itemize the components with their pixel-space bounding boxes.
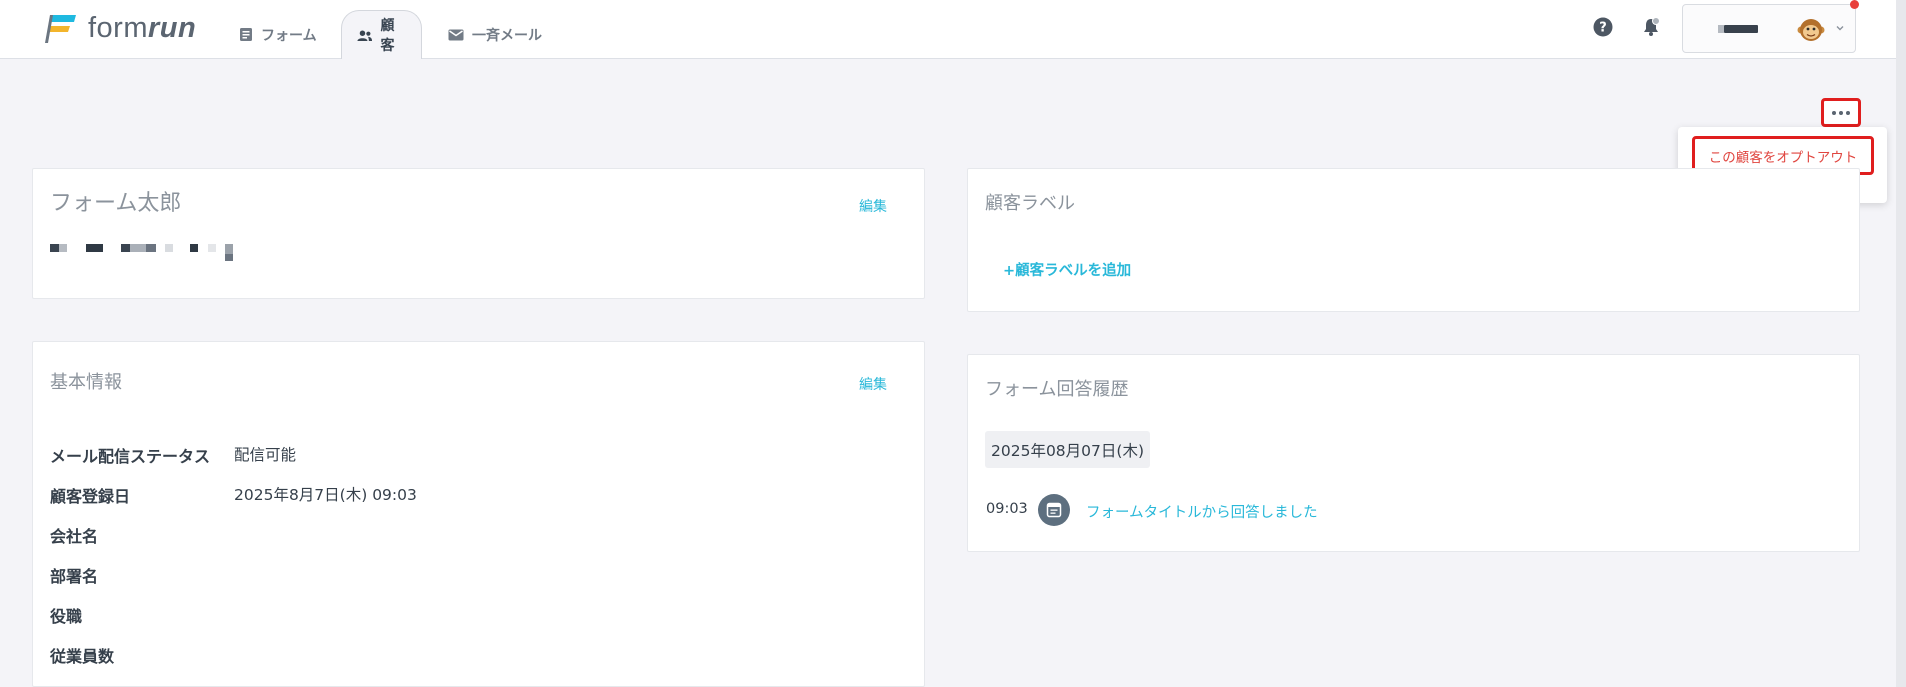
add-customer-label-button[interactable]: +顧客ラベルを追加 [1003,259,1131,280]
alert-indicator [1850,0,1859,9]
company-label: 会社名 [50,527,99,546]
employee-count-label: 従業員数 [50,647,115,666]
tab-forms-label: フォーム [261,27,317,44]
document-icon [240,28,252,41]
tab-bulk-mail-label: 一斉メール [472,27,542,44]
more-options-button[interactable] [1821,98,1861,127]
history-entry-time: 09:03 [986,501,1028,517]
formrun-logo-icon [45,15,76,43]
logo-text: formrun [88,11,197,44]
notification-badge [1652,17,1660,25]
position-label: 役職 [50,607,83,626]
registration-date-label: 顧客登録日 [50,487,131,506]
history-entry-link[interactable]: フォームタイトルから回答しました [1086,501,1318,522]
monkey-avatar-icon [1797,19,1825,41]
tab-customers-label: 顧客 [380,18,395,54]
mail-status-label: メール配信ステータス [50,447,211,466]
edit-basic-info-link[interactable]: 編集 [859,374,887,394]
history-date-chip: 2025年08月07日(木) [985,431,1150,468]
department-label: 部署名 [50,567,99,586]
account-menu[interactable] [1682,4,1856,53]
svg-text:?: ? [1599,21,1607,36]
top-header: formrun フォーム 顧客 一斉メール ? [0,0,1896,59]
window-scrollbar[interactable] [1896,0,1906,687]
account-name-redacted [1718,25,1758,33]
ellipsis-icon [1832,110,1836,115]
edit-customer-name-link[interactable]: 編集 [859,196,887,216]
tab-customers[interactable]: 顧客 [341,10,422,59]
people-icon [357,29,373,41]
tab-forms[interactable]: フォーム [224,10,332,59]
chevron-down-icon [1836,26,1844,31]
registration-date-value: 2025年8月7日(木) 09:03 [234,486,417,504]
customer-label-card [967,168,1860,312]
history-title: フォーム回答履歴 [985,379,1129,400]
customer-name: フォーム太郎 [50,191,182,216]
help-icon[interactable]: ? [1593,17,1613,37]
mail-icon [448,29,464,40]
formrun-logo[interactable]: formrun [44,10,196,46]
tab-bulk-mail[interactable]: 一斉メール [433,10,557,59]
customer-label-title: 顧客ラベル [985,193,1075,214]
form-icon [1038,494,1070,526]
mail-status-value: 配信可能 [234,446,297,464]
basic-info-title: 基本情報 [50,372,122,393]
basic-info-card [32,341,925,687]
